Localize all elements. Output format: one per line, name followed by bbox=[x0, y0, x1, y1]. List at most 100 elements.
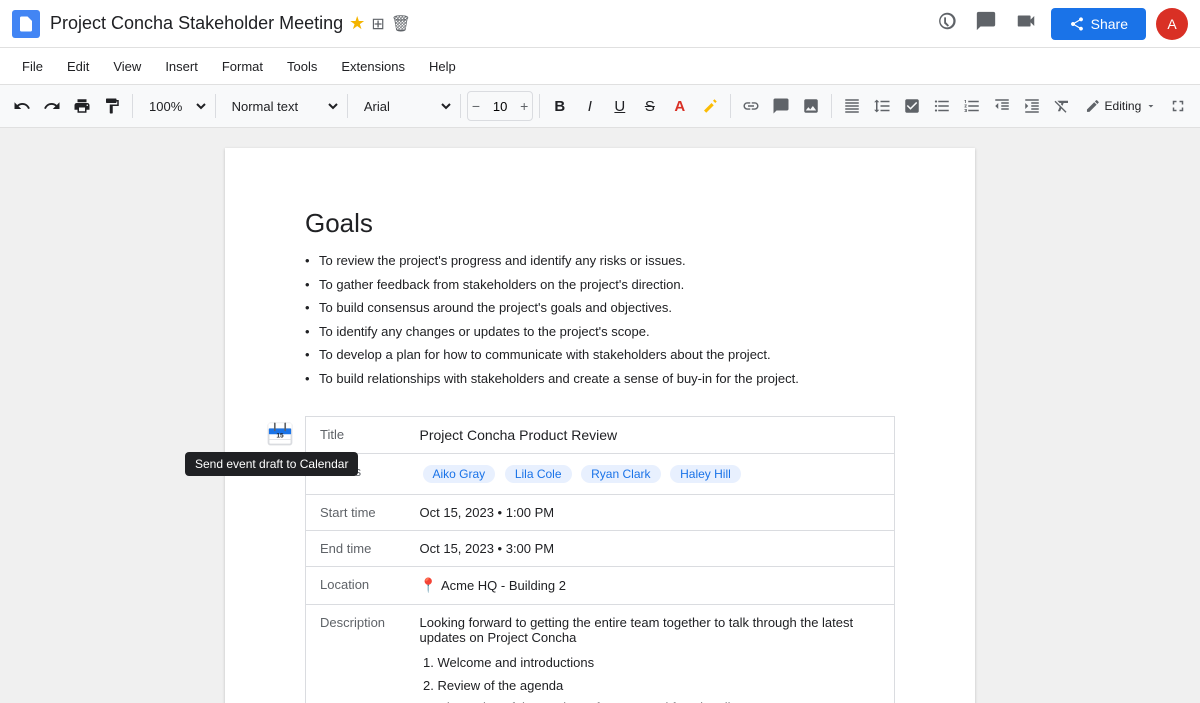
document-area[interactable]: Goals To review the project's progress a… bbox=[0, 128, 1200, 703]
location-value: 📍Acme HQ - Building 2 bbox=[406, 567, 895, 605]
location-label: Location bbox=[306, 567, 406, 605]
menu-extensions[interactable]: Extensions bbox=[331, 55, 415, 78]
guest-chip-1: Aiko Gray bbox=[423, 465, 496, 483]
align-button[interactable] bbox=[838, 91, 866, 121]
separator-5 bbox=[539, 94, 540, 118]
goals-item-4: To identify any changes or updates to th… bbox=[305, 322, 895, 342]
start-time-row: Start time Oct 15, 2023 • 1:00 PM bbox=[306, 495, 895, 531]
description-label: Description bbox=[306, 605, 406, 703]
description-row: Description Looking forward to getting t… bbox=[306, 605, 895, 703]
end-time-label: End time bbox=[306, 531, 406, 567]
separator-4 bbox=[460, 94, 461, 118]
separator-1 bbox=[132, 94, 133, 118]
menu-view[interactable]: View bbox=[103, 55, 151, 78]
font-size-area: − + bbox=[467, 91, 533, 121]
goals-item-6: To build relationships with stakeholders… bbox=[305, 369, 895, 389]
desc-item-3: Discussion of the product's features and… bbox=[438, 698, 881, 703]
menu-help[interactable]: Help bbox=[419, 55, 466, 78]
title-bar: Project Concha Stakeholder Meeting ★ ⊞ 🗑… bbox=[0, 0, 1200, 48]
underline-button[interactable]: U bbox=[606, 91, 634, 121]
font-select[interactable]: ArialTimes New RomanCourier New bbox=[354, 91, 454, 121]
checklist-button[interactable] bbox=[898, 91, 926, 121]
document-title[interactable]: Project Concha Stakeholder Meeting bbox=[50, 13, 343, 34]
guests-label: Guests bbox=[306, 454, 406, 495]
numbered-list-button[interactable] bbox=[958, 91, 986, 121]
title-value: Project Concha Product Review bbox=[406, 417, 895, 454]
increase-indent-button[interactable] bbox=[1018, 91, 1046, 121]
title-row: Title Project Concha Product Review bbox=[306, 417, 895, 454]
strikethrough-button[interactable]: S bbox=[636, 91, 664, 121]
start-time-label: Start time bbox=[306, 495, 406, 531]
share-label: Share bbox=[1091, 16, 1128, 32]
menu-bar: File Edit View Insert Format Tools Exten… bbox=[0, 48, 1200, 84]
font-size-increase[interactable]: + bbox=[516, 92, 532, 120]
folder-icon[interactable]: ⊞ bbox=[371, 14, 384, 34]
start-time-value: Oct 15, 2023 • 1:00 PM bbox=[406, 495, 895, 531]
italic-button[interactable]: I bbox=[576, 91, 604, 121]
link-button[interactable] bbox=[737, 91, 765, 121]
event-card-wrapper: 15 Send event draft to Calendar Title Pr… bbox=[305, 416, 895, 703]
goals-heading: Goals bbox=[305, 208, 895, 239]
avatar[interactable]: A bbox=[1156, 8, 1188, 40]
document-page: Goals To review the project's progress a… bbox=[225, 148, 975, 703]
comment-toolbar-button[interactable] bbox=[767, 91, 795, 121]
decrease-indent-button[interactable] bbox=[988, 91, 1016, 121]
goals-item-1: To review the project's progress and ide… bbox=[305, 251, 895, 271]
style-select[interactable]: Normal textTitleHeading 1Heading 2 bbox=[222, 91, 341, 121]
print-button[interactable] bbox=[68, 91, 96, 121]
history-button[interactable] bbox=[931, 6, 961, 42]
end-time-value: Oct 15, 2023 • 3:00 PM bbox=[406, 531, 895, 567]
separator-6 bbox=[730, 94, 731, 118]
location-row: Location 📍Acme HQ - Building 2 bbox=[306, 567, 895, 605]
desc-item-2: Review of the agenda bbox=[438, 676, 881, 696]
header-actions: Share A bbox=[931, 6, 1188, 42]
zoom-select[interactable]: 100%75%125%150% bbox=[139, 91, 209, 121]
meet-button[interactable] bbox=[1011, 6, 1041, 42]
trash-icon[interactable]: 🗑 bbox=[391, 14, 411, 34]
end-time-row: End time Oct 15, 2023 • 3:00 PM bbox=[306, 531, 895, 567]
send-to-calendar-button[interactable]: 15 bbox=[263, 416, 297, 450]
guests-row: Guests Aiko Gray Lila Cole Ryan Clark Ha… bbox=[306, 454, 895, 495]
expand-button[interactable] bbox=[1164, 91, 1192, 121]
guests-value: Aiko Gray Lila Cole Ryan Clark Haley Hil… bbox=[406, 454, 895, 495]
redo-button[interactable] bbox=[38, 91, 66, 121]
separator-3 bbox=[347, 94, 348, 118]
description-list: Welcome and introductions Review of the … bbox=[420, 653, 881, 703]
bullet-list-button[interactable] bbox=[928, 91, 956, 121]
editing-mode-button[interactable]: Editing bbox=[1080, 91, 1162, 121]
undo-button[interactable] bbox=[8, 91, 36, 121]
guest-chip-2: Lila Cole bbox=[505, 465, 572, 483]
goals-list: To review the project's progress and ide… bbox=[305, 251, 895, 388]
line-spacing-button[interactable] bbox=[868, 91, 896, 121]
location-icon: 📍 bbox=[420, 577, 437, 593]
desc-item-1: Welcome and introductions bbox=[438, 653, 881, 673]
clear-formatting-button[interactable] bbox=[1048, 91, 1076, 121]
menu-insert[interactable]: Insert bbox=[155, 55, 208, 78]
separator-7 bbox=[831, 94, 832, 118]
goals-item-5: To develop a plan for how to communicate… bbox=[305, 345, 895, 365]
font-size-input[interactable] bbox=[484, 99, 516, 114]
comments-button[interactable] bbox=[971, 6, 1001, 42]
guest-chip-3: Ryan Clark bbox=[581, 465, 660, 483]
image-button[interactable] bbox=[797, 91, 825, 121]
share-button[interactable]: Share bbox=[1051, 8, 1146, 40]
menu-format[interactable]: Format bbox=[212, 55, 273, 78]
menu-file[interactable]: File bbox=[12, 55, 53, 78]
description-intro: Looking forward to getting the entire te… bbox=[420, 615, 881, 645]
separator-2 bbox=[215, 94, 216, 118]
goals-item-2: To gather feedback from stakeholders on … bbox=[305, 275, 895, 295]
menu-edit[interactable]: Edit bbox=[57, 55, 99, 78]
highlight-button[interactable] bbox=[696, 91, 724, 121]
svg-text:15: 15 bbox=[276, 433, 284, 440]
paintformat-button[interactable] bbox=[98, 91, 126, 121]
description-value: Looking forward to getting the entire te… bbox=[406, 605, 895, 703]
toolbar: 100%75%125%150% Normal textTitleHeading … bbox=[0, 84, 1200, 128]
text-color-button[interactable]: A bbox=[666, 91, 694, 121]
star-icon[interactable]: ★ bbox=[349, 13, 365, 34]
bold-button[interactable]: B bbox=[546, 91, 574, 121]
title-area: Project Concha Stakeholder Meeting ★ ⊞ 🗑 bbox=[50, 13, 931, 34]
goals-item-3: To build consensus around the project's … bbox=[305, 298, 895, 318]
font-size-decrease[interactable]: − bbox=[468, 92, 484, 120]
app-icon bbox=[12, 10, 40, 38]
menu-tools[interactable]: Tools bbox=[277, 55, 327, 78]
